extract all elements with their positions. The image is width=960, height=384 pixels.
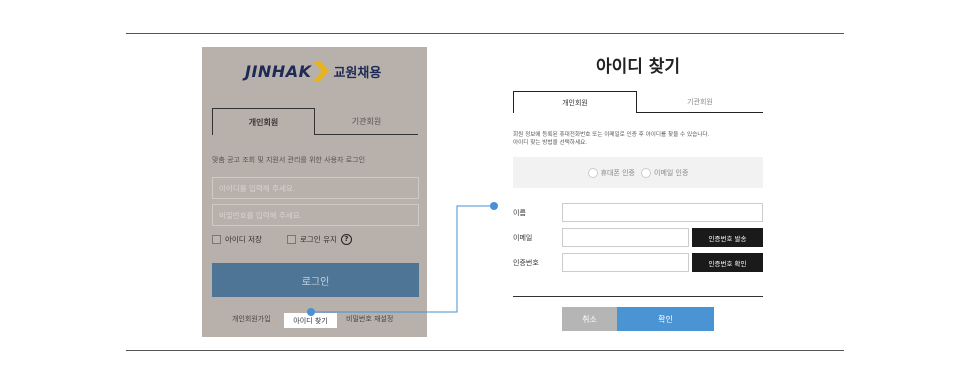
email-auth-radio[interactable]: 이메일 인증 [641,167,689,178]
tab-institution[interactable]: 기관회원 [637,91,763,113]
password-input[interactable]: 비밀번호를 입력해 주세요. [212,204,419,226]
radio-label: 휴대폰 인증 [600,168,635,177]
find-id-tabs: 개인회원 기관회원 [513,91,763,113]
auth-method-selector: 휴대폰 인증 이메일 인증 [513,157,763,188]
login-description: 맞춤 공고 조회 및 지원서 관리를 위한 사용자 로그인 [212,156,366,164]
radio-icon [641,167,651,178]
name-input[interactable] [562,203,763,222]
save-id-label: 아이디 저장 [225,235,262,244]
connector-dot-icon [490,202,498,210]
save-id-checkbox[interactable]: 아이디 저장 [212,234,262,245]
confirm-button[interactable]: 확인 [617,307,714,331]
send-code-button[interactable]: 인증번호 발송 [692,228,763,247]
logo-chevron-icon [313,61,330,81]
page-title: 아이디 찾기 [595,57,681,77]
login-card: JINHAK 교원채용 개인회원 기관회원 맞춤 공고 조회 및 지원서 관리를… [202,47,427,337]
login-tabs: 개인회원 기관회원 [212,108,418,135]
keep-login-checkbox[interactable]: 로그인 유지 ? [287,234,352,245]
phone-auth-radio[interactable]: 휴대폰 인증 [587,167,635,178]
help-icon[interactable]: ? [340,234,352,245]
form-divider [513,296,763,297]
email-label: 이메일 [513,234,533,242]
tab-personal[interactable]: 개인회원 [513,91,637,113]
logo-text: JINHAK [245,61,312,81]
jinhak-logo[interactable]: JINHAK 교원채용 [245,59,381,83]
email-input[interactable] [562,228,689,247]
top-divider [126,33,844,34]
code-label: 인증번호 [513,259,539,267]
find-id-description: 회원 정보에 등록된 휴대전화번호 또는 이메일로 인증 후 아이디를 찾을 수… [513,131,709,147]
code-input[interactable] [562,253,689,272]
keep-login-label: 로그인 유지 [300,235,337,244]
tab-personal[interactable]: 개인회원 [212,108,315,135]
name-label: 이름 [513,209,526,217]
verify-code-button[interactable]: 인증번호 확인 [692,253,763,272]
description-line: 회원 정보에 등록된 휴대전화번호 또는 이메일로 인증 후 아이디를 찾을 수… [513,132,710,138]
join-link[interactable]: 개인회원가입 [232,314,271,324]
radio-icon [587,167,598,178]
reset-password-link[interactable]: 비밀번호 재설정 [346,314,393,324]
logo-subtitle: 교원채용 [333,65,382,81]
bottom-divider [126,350,844,351]
tab-institution[interactable]: 기관회원 [315,108,418,135]
checkbox-icon [287,235,296,244]
description-line: 아이디 찾는 방법을 선택하세요. [513,140,588,146]
cancel-button[interactable]: 취소 [562,307,617,331]
checkbox-icon [212,235,221,244]
id-input[interactable]: 아이디를 입력해 주세요. [212,177,419,199]
radio-label: 이메일 인증 [654,168,689,177]
login-button[interactable]: 로그인 [212,263,419,297]
connector-line [307,202,498,316]
find-id-link[interactable]: 아이디 찾기 [284,313,337,328]
